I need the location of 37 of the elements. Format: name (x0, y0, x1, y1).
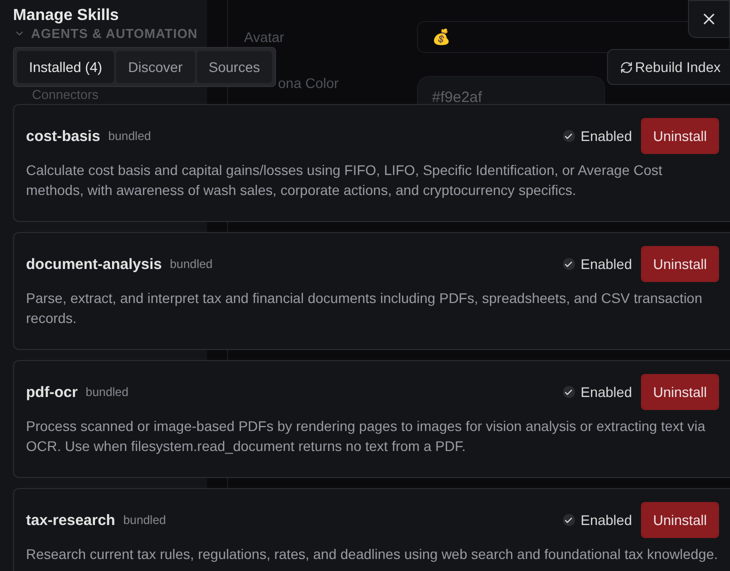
checkbox[interactable] (562, 258, 575, 270)
checkbox[interactable] (562, 130, 575, 142)
skill-name: tax-research (26, 512, 116, 528)
checkbox[interactable] (562, 386, 575, 398)
checkbox-label: Enabled (580, 384, 632, 400)
uninstall-button[interactable]: Uninstall (641, 502, 719, 538)
source-tag: bundled (108, 129, 151, 143)
checkbox-label: Enabled (580, 128, 632, 144)
uninstall-button[interactable]: Uninstall (641, 118, 719, 154)
uninstall-button[interactable]: Uninstall (641, 246, 719, 282)
check-icon (564, 388, 574, 396)
tab[interactable]: Discover (116, 51, 195, 83)
checkbox-label: Enabled (580, 256, 632, 272)
tab[interactable]: Sources (196, 51, 272, 83)
skill-name: pdf-ocr (26, 384, 78, 400)
source-tag: bundled (123, 513, 166, 527)
dialog-title: Manage Skills (13, 7, 119, 25)
field-label: ona Color (277, 75, 340, 91)
skill-description: Parse, extract, and interpret tax and financial documents including PDFs, spreadsheets, and CSV transaction records. (26, 289, 704, 328)
skill-description: Research current tax rules, regulations, rates, and deadlines using web search and foundational tax knowledge. (26, 545, 719, 564)
close-button[interactable] (688, 0, 730, 38)
skill-name: cost-basis (26, 128, 100, 144)
skill-name: document-analysis (26, 256, 162, 272)
check-icon (564, 132, 574, 140)
tab[interactable]: Installed (4) (17, 51, 114, 83)
check-icon (564, 260, 574, 268)
source-tag: bundled (86, 385, 128, 399)
check-icon (564, 516, 574, 524)
rebuild-button[interactable]: Rebuild Index (607, 49, 730, 85)
checkbox[interactable] (562, 514, 575, 526)
field-label: Avatar (244, 29, 286, 45)
uninstall-button[interactable]: Uninstall (641, 374, 719, 410)
checkbox-label: Enabled (580, 512, 632, 528)
source-tag: bundled (170, 257, 213, 271)
skill-description: Calculate cost basis and capital gains/losses using FIFO, LIFO, Specific Identification, or Average Cost methods, with awareness of wash sales, corporate actions, and cryptocurrency specifics. (26, 161, 664, 200)
skill-description: Process scanned or image-based PDFs by rendering pages to images for vision analysis or extracting text via OCR. Use when filesystem.read_document returns no text from a PDF. (26, 417, 706, 456)
refresh-icon (620, 60, 633, 74)
